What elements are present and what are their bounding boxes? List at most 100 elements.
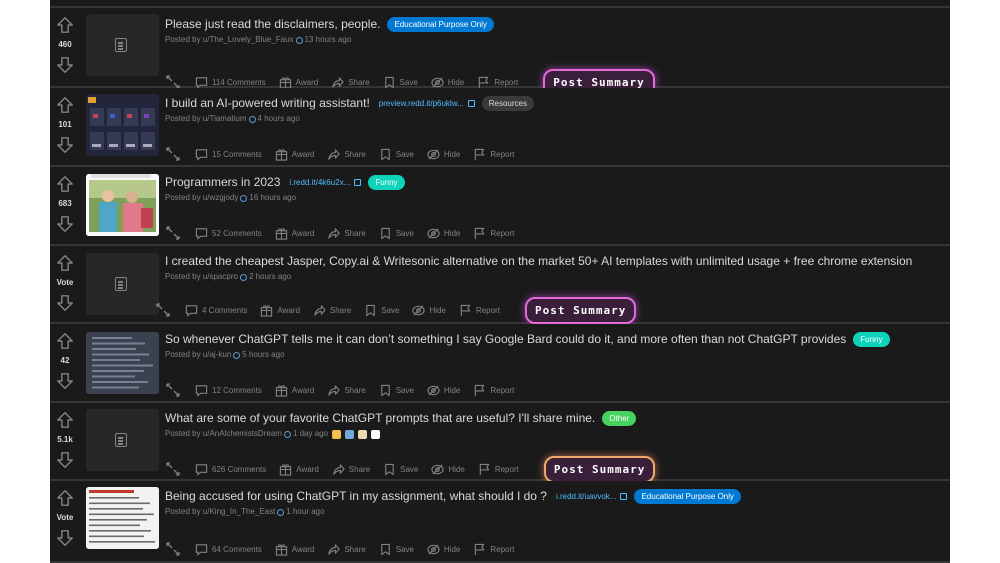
expand-icon[interactable] <box>165 383 181 397</box>
post-card[interactable]: Vote I created the cheapest Jasper, Copy.… <box>50 246 950 324</box>
link-text[interactable]: i.redd.it/4k6u2x... <box>289 178 350 187</box>
post-card[interactable]: 5.1k What are some of your favorite ChatG… <box>50 403 950 483</box>
post-author[interactable]: Posted by u/The_Lovely_Blue_Faux <box>165 34 294 46</box>
expand-icon[interactable] <box>165 542 181 556</box>
save-button[interactable]: Save <box>383 76 418 89</box>
award-button[interactable]: Award <box>275 384 314 397</box>
post-thumbnail[interactable] <box>86 14 159 76</box>
downvote-icon[interactable] <box>56 372 74 390</box>
link-text[interactable]: preview.redd.it/p6uklw... <box>379 99 464 108</box>
upvote-icon[interactable] <box>56 96 74 114</box>
downvote-icon[interactable] <box>56 56 74 74</box>
post-flair[interactable]: Other <box>602 410 637 426</box>
downvote-icon[interactable] <box>56 215 74 233</box>
share-button[interactable]: Share <box>327 227 366 240</box>
comments-button[interactable]: 4 Comments <box>185 304 247 317</box>
share-button[interactable]: Share <box>313 304 351 317</box>
hide-button[interactable]: Hide <box>412 304 446 317</box>
post-card[interactable]: 42 So whenever ChatGPT tells me it can do… <box>50 324 950 403</box>
comments-button[interactable]: 114 Comments <box>195 76 266 89</box>
post-author[interactable]: Posted by u/King_In_The_East <box>165 506 275 518</box>
upvote-icon[interactable] <box>56 411 74 429</box>
report-button[interactable]: Report <box>473 148 514 161</box>
expand-icon[interactable] <box>165 147 181 161</box>
save-button[interactable]: Save <box>379 384 414 397</box>
post-flair[interactable]: Educational Purpose Only <box>634 488 741 504</box>
hide-button[interactable]: Hide <box>431 463 465 476</box>
award-button[interactable]: Award <box>279 463 319 476</box>
report-button[interactable]: Report <box>477 76 518 89</box>
save-button[interactable]: Save <box>379 148 414 161</box>
downvote-icon[interactable] <box>56 529 74 547</box>
post-author[interactable]: Posted by u/AnAlchemistsDream <box>165 428 282 440</box>
comments-button[interactable]: 52 Comments <box>195 227 262 240</box>
post-flair[interactable]: Educational Purpose Only <box>387 16 494 32</box>
comments-button[interactable]: 15 Comments <box>195 148 262 161</box>
award-button[interactable]: Award <box>275 227 314 240</box>
expand-icon[interactable] <box>165 226 181 240</box>
report-button[interactable]: Report <box>459 304 500 317</box>
link-text[interactable]: i.redd.it/uavvok... <box>556 492 616 501</box>
comments-button[interactable]: 626 Comments <box>195 463 266 476</box>
post-author[interactable]: Posted by u/wzgjody <box>165 192 238 204</box>
post-title[interactable]: Programmers in 2023 <box>165 174 280 190</box>
save-button[interactable]: Save <box>379 227 414 240</box>
hide-button[interactable]: Hide <box>427 543 460 556</box>
post-thumbnail[interactable] <box>86 487 159 549</box>
downvote-icon[interactable] <box>56 451 74 469</box>
post-title[interactable]: What are some of your favorite ChatGPT p… <box>165 410 595 426</box>
expand-icon[interactable] <box>155 303 171 317</box>
downvote-icon[interactable] <box>56 294 74 312</box>
save-button[interactable]: Save <box>383 463 418 476</box>
upvote-icon[interactable] <box>56 175 74 193</box>
expand-icon[interactable] <box>165 462 181 476</box>
share-button[interactable]: Share <box>327 384 366 397</box>
post-summary-button[interactable]: Post Summary <box>524 296 637 324</box>
post-thumbnail[interactable] <box>86 94 159 156</box>
post-flair[interactable]: Funny <box>368 174 405 190</box>
hide-button[interactable]: Hide <box>431 76 464 89</box>
post-title[interactable]: So whenever ChatGPT tells me it can don’… <box>165 331 846 347</box>
post-author[interactable]: Posted by u/Tiamatium <box>165 113 247 125</box>
save-button[interactable]: Save <box>364 304 399 317</box>
post-thumbnail[interactable] <box>86 174 159 236</box>
award-button[interactable]: Award <box>279 76 318 89</box>
post-summary-button[interactable]: Post Summary <box>543 455 656 483</box>
post-title[interactable]: I created the cheapest Jasper, Copy.ai &… <box>165 253 912 269</box>
report-button[interactable]: Report <box>478 463 519 476</box>
external-link[interactable]: i.redd.it/uavvok... <box>556 492 628 501</box>
expand-icon[interactable] <box>165 75 181 89</box>
post-card[interactable]: 460 Please just read the disclaimers, peo… <box>50 8 950 96</box>
report-button[interactable]: Report <box>473 227 514 240</box>
report-button[interactable]: Report <box>473 543 514 556</box>
save-button[interactable]: Save <box>379 543 414 556</box>
share-button[interactable]: Share <box>327 148 366 161</box>
comments-button[interactable]: 64 Comments <box>195 543 262 556</box>
hide-button[interactable]: Hide <box>427 227 460 240</box>
post-thumbnail[interactable] <box>86 409 159 471</box>
post-flair[interactable]: Resources <box>481 95 534 111</box>
share-button[interactable]: Share <box>332 463 370 476</box>
post-card[interactable]: 101 I build an AI-powered writing assista… <box>50 88 950 167</box>
share-button[interactable]: Share <box>327 543 366 556</box>
award-button[interactable]: Award <box>275 543 314 556</box>
report-button[interactable]: Report <box>473 384 514 397</box>
post-author[interactable]: Posted by u/spacpro <box>165 271 238 283</box>
share-button[interactable]: Share <box>331 76 370 89</box>
post-thumbnail[interactable] <box>86 253 159 315</box>
upvote-icon[interactable] <box>56 332 74 350</box>
comments-button[interactable]: 12 Comments <box>195 384 262 397</box>
post-thumbnail[interactable] <box>86 332 159 394</box>
post-author[interactable]: Posted by u/aj-kun <box>165 349 231 361</box>
post-title[interactable]: Being accused for using ChatGPT in my as… <box>165 488 547 504</box>
external-link[interactable]: i.redd.it/4k6u2x... <box>289 178 362 187</box>
downvote-icon[interactable] <box>56 136 74 154</box>
upvote-icon[interactable] <box>56 254 74 272</box>
award-button[interactable]: Award <box>260 304 300 317</box>
external-link[interactable]: preview.redd.it/p6uklw... <box>379 99 475 108</box>
hide-button[interactable]: Hide <box>427 148 460 161</box>
award-button[interactable]: Award <box>275 148 314 161</box>
post-title[interactable]: I build an AI-powered writing assistant! <box>165 95 370 111</box>
post-card[interactable]: Vote Being accused for using ChatGPT in m… <box>50 481 950 563</box>
upvote-icon[interactable] <box>56 16 74 34</box>
